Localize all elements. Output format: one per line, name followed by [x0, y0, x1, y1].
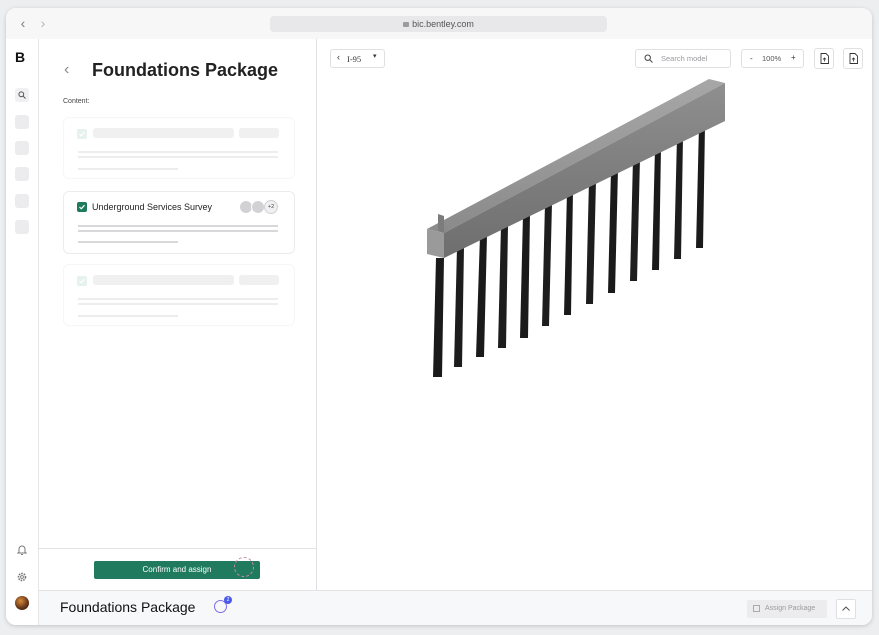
panel-footer: Confirm and assign — [39, 548, 317, 591]
expand-button[interactable] — [836, 599, 856, 619]
back-nav-icon[interactable]: ‹ — [16, 16, 30, 30]
lock-icon — [403, 22, 410, 27]
assign-package-button[interactable]: Assign Package — [747, 600, 827, 618]
content-card[interactable]: Underground Services Survey +2 — [63, 191, 295, 254]
bell-icon[interactable] — [16, 544, 28, 556]
assignee-placeholder — [239, 128, 279, 138]
line-placeholder — [78, 315, 178, 317]
beam-lip — [438, 214, 444, 233]
panel-title: Foundations Package — [92, 60, 279, 80]
package-title: Foundations Package — [60, 599, 196, 615]
rail-nav-item-icon[interactable] — [15, 220, 29, 234]
more-assignees-badge[interactable]: +2 — [264, 200, 278, 214]
model-viewer[interactable]: ‹ I-95 ▾ Search model - 100% + — [317, 39, 872, 590]
user-avatar[interactable] — [15, 596, 29, 610]
panel-icon — [753, 605, 760, 612]
back-arrow-icon[interactable]: ‹ — [64, 61, 69, 79]
package-panel: ‹ Foundations Package Content: Undergrou… — [39, 39, 317, 559]
app-logo[interactable]: B — [15, 49, 25, 65]
assignee-avatar — [251, 200, 265, 214]
address-bar[interactable]: bic.bentley.com — [270, 16, 607, 32]
rail-nav-item-icon[interactable] — [15, 167, 29, 181]
left-rail: B — [6, 39, 39, 625]
line-placeholder — [78, 298, 278, 300]
beam-end — [427, 229, 444, 258]
browser-toolbar: ‹ › bic.bentley.com — [6, 8, 872, 40]
line-placeholder — [78, 230, 278, 232]
forward-nav-icon[interactable]: › — [36, 16, 50, 30]
checkbox-checked-icon[interactable] — [77, 129, 87, 139]
assignee-placeholder — [239, 275, 279, 285]
content-card-placeholder[interactable] — [63, 264, 295, 326]
rail-search-icon[interactable] — [15, 88, 29, 102]
line-placeholder — [78, 241, 178, 243]
line-placeholder — [78, 225, 278, 227]
rail-nav-item-icon[interactable] — [15, 194, 29, 208]
title-placeholder — [93, 275, 234, 285]
gear-icon[interactable] — [16, 571, 28, 583]
bottom-bar: Foundations Package 2 Assign Package — [39, 590, 872, 625]
line-placeholder — [78, 156, 278, 158]
checkbox-checked-icon[interactable] — [77, 202, 87, 212]
chevron-up-icon — [842, 606, 850, 611]
rail-nav-item-icon[interactable] — [15, 141, 29, 155]
content-label: Content: — [63, 98, 90, 105]
line-placeholder — [78, 151, 278, 153]
assign-package-label: Assign Package — [765, 605, 816, 612]
rail-nav-item-icon[interactable] — [15, 115, 29, 129]
foundation-model-render[interactable] — [317, 39, 872, 590]
checkbox-checked-icon[interactable] — [77, 276, 87, 286]
card-title: Underground Services Survey — [92, 202, 213, 212]
browser-window: ‹ › bic.bentley.com B ‹ Foundations Pack… — [6, 8, 872, 625]
notification-badge: 2 — [224, 596, 232, 604]
click-indicator-icon — [234, 557, 254, 577]
line-placeholder — [78, 168, 178, 170]
beam-side — [444, 83, 725, 258]
title-placeholder — [93, 128, 234, 138]
line-placeholder — [78, 303, 278, 305]
content-card-placeholder[interactable] — [63, 117, 295, 179]
url-text: bic.bentley.com — [412, 19, 474, 29]
